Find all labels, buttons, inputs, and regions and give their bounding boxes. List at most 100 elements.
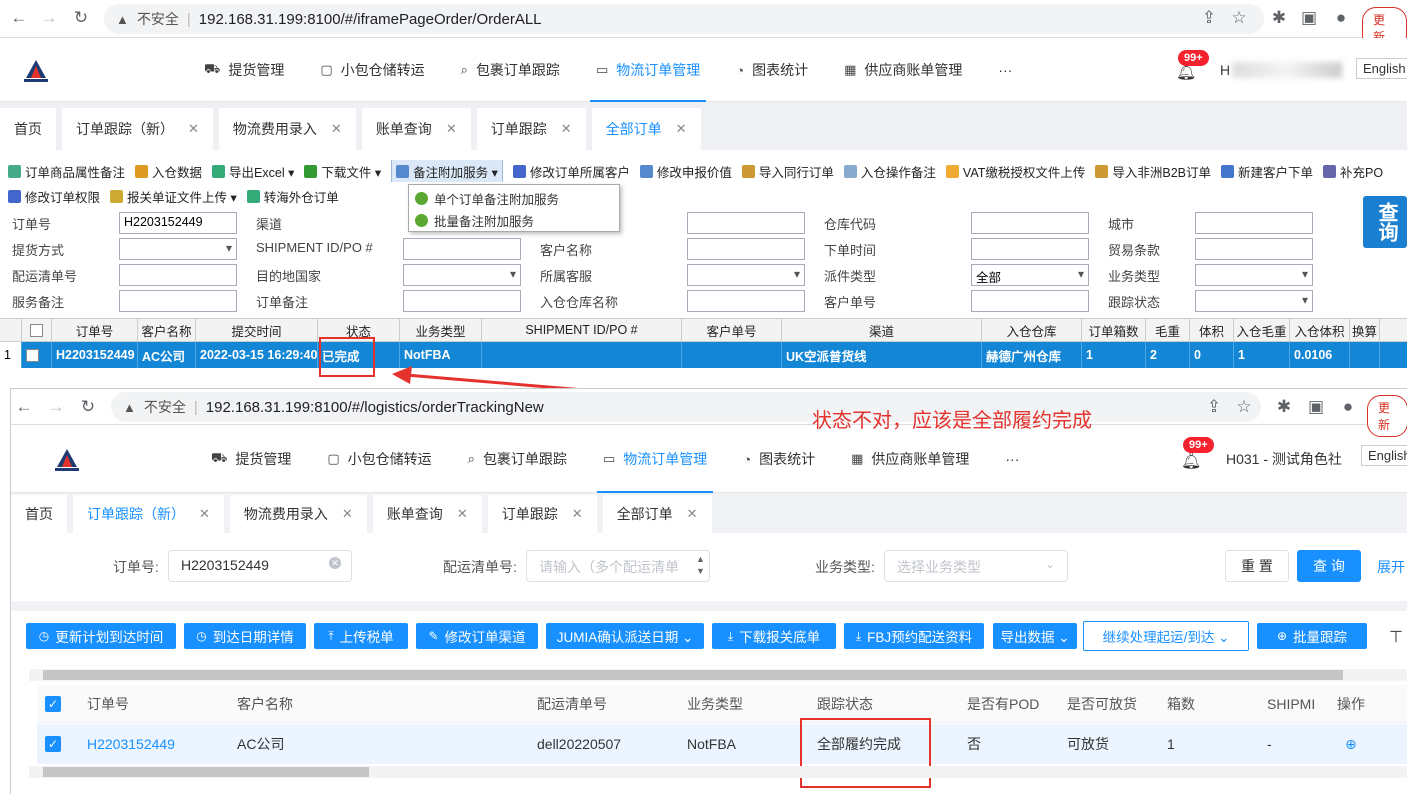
star-icon[interactable]: ☆ bbox=[1233, 397, 1255, 417]
user-name[interactable]: H031 - 测试角色社 bbox=[1226, 449, 1342, 469]
nav-label: 物流订单管理 bbox=[623, 451, 708, 467]
expand-link[interactable]: 展开 bbox=[1377, 557, 1405, 577]
action-label: 下载报关底单 bbox=[739, 630, 821, 645]
clear-icon[interactable]: ✕ bbox=[329, 557, 341, 569]
nav-item-1[interactable]: ▢ 小包仓储转运 bbox=[327, 425, 431, 493]
action-label: JUMIA确认派送日期 ⌄ bbox=[556, 630, 694, 645]
nav-item-0[interactable]: ⛟ 提货管理 bbox=[211, 425, 291, 493]
dist-input[interactable]: 请输入（多个配运清单 bbox=[526, 550, 710, 582]
nav-item-4[interactable]: ◔ 图表统计 bbox=[743, 425, 815, 493]
close-icon[interactable]: ✕ bbox=[342, 506, 353, 522]
table-header: ✓ 订单号 客户名称 配运清单号 业务类型 跟踪状态 是否有POD 是否可放货 箱数 SHIPMI… bbox=[37, 685, 1407, 723]
tab-1[interactable]: 订单跟踪（新） ✕ bbox=[73, 495, 224, 533]
nav-label: 小包仓储转运 bbox=[347, 451, 432, 467]
dist-label: 配运清单号: bbox=[443, 559, 517, 575]
action-button-2[interactable]: ⤒ 上传税单 bbox=[314, 623, 408, 649]
action-button-0[interactable]: ◷ 更新计划到达时间 bbox=[26, 623, 176, 649]
action-label: 到达日期详情 bbox=[212, 630, 294, 645]
table-cell: 可放货 bbox=[1067, 736, 1109, 752]
table-col-header[interactable]: 是否可放货 bbox=[1057, 685, 1157, 722]
locate-icon[interactable]: ⊕ bbox=[1327, 724, 1397, 764]
back-arrow-icon[interactable]: ← bbox=[13, 397, 35, 417]
scroll-thumb[interactable] bbox=[43, 767, 369, 777]
tab-label: 订单跟踪 bbox=[501, 506, 558, 522]
action-button-7[interactable]: 导出数据 ⌄ bbox=[993, 623, 1077, 649]
table-cell: AC公司 bbox=[237, 736, 285, 752]
action-button-6[interactable]: ⤓ FBJ预约配送资料 bbox=[844, 623, 984, 649]
table-col-header[interactable]: 跟踪状态 bbox=[807, 685, 957, 722]
tab-label: 订单跟踪（新） bbox=[87, 506, 185, 522]
action-label: FBJ预约配送资料 bbox=[867, 630, 973, 645]
nav-item-5[interactable]: ▦ 供应商账单管理 bbox=[851, 425, 969, 493]
action-button-9[interactable]: ⊕ 批量跟踪 bbox=[1257, 623, 1367, 649]
table-cell: NotFBA bbox=[687, 736, 737, 752]
check-icon: ✓ bbox=[45, 736, 61, 752]
table-col-header[interactable]: 是否有POD bbox=[957, 685, 1057, 722]
sidepanel-icon[interactable]: ▣ bbox=[1305, 397, 1327, 417]
action-button-8[interactable]: 继续处理起运/到达 ⌄ bbox=[1083, 621, 1249, 651]
extensions-icon[interactable]: ✱ bbox=[1273, 397, 1295, 417]
nav-item-2[interactable]: ⌕ 包裹订单跟踪 bbox=[468, 425, 567, 493]
language-select[interactable]: English bbox=[1361, 445, 1407, 466]
table-cell: 1 bbox=[1167, 736, 1175, 752]
action-button-5[interactable]: ⤓ 下载报关底单 bbox=[712, 623, 836, 649]
action-label: 更新计划到达时间 bbox=[55, 630, 164, 645]
bell-icon[interactable]: 🔔︎ bbox=[1181, 451, 1201, 471]
table-col-header[interactable]: 客户名称 bbox=[227, 685, 527, 722]
nav-label: 图表统计 bbox=[759, 451, 816, 467]
stepper-icon[interactable]: ▲ ▼ bbox=[696, 553, 705, 577]
nav-item-3[interactable]: ▭ 物流订单管理 bbox=[596, 425, 714, 493]
action-label: 批量跟踪 bbox=[1293, 630, 1348, 645]
biz-select[interactable]: 选择业务类型 bbox=[884, 550, 1068, 582]
forward-arrow-icon[interactable]: → bbox=[45, 397, 67, 417]
order-input[interactable]: H2203152449 bbox=[168, 550, 352, 582]
app-header-bottom: ⛟ 提货管理 ▢ 小包仓储转运 ⌕ 包裹订单跟踪 ▭ 物流订单管理 ◔ 图表统计 ▦ 供应商账单管理 ·… bbox=[11, 425, 1407, 493]
table-cell: dell20220507 bbox=[537, 736, 622, 752]
close-icon[interactable]: ✕ bbox=[199, 506, 210, 522]
download-icon: ⤓ bbox=[855, 628, 862, 643]
horizontal-scrollbar-bottom[interactable] bbox=[29, 766, 1407, 778]
query-button[interactable]: 查 询 bbox=[1297, 550, 1361, 582]
table-cell[interactable]: H2203152449 bbox=[77, 724, 227, 764]
table-col-header[interactable]: 箱数 bbox=[1157, 685, 1257, 722]
nav-item-6[interactable]: ··· bbox=[1005, 425, 1019, 493]
tab-5[interactable]: 全部订单 ✕ bbox=[602, 495, 712, 533]
tab-4[interactable]: 订单跟踪 ✕ bbox=[487, 495, 597, 533]
nav-label: ··· bbox=[1005, 451, 1020, 467]
action-button-3[interactable]: ✎ 修改订单渠道 bbox=[416, 623, 538, 649]
annotation-text: 状态不对，应该是全部履约完成 bbox=[812, 410, 1092, 432]
horizontal-scrollbar-top[interactable] bbox=[29, 669, 1407, 681]
row-checkbox[interactable]: ✓ bbox=[37, 724, 77, 764]
table-col-header[interactable]: 订单号 bbox=[77, 685, 227, 722]
clock-icon: ◷ bbox=[38, 629, 50, 643]
reload-icon[interactable]: ↻ bbox=[77, 397, 99, 417]
select-all-checkbox[interactable]: ✓ bbox=[37, 685, 77, 722]
search-icon: ⌕ bbox=[467, 451, 475, 466]
biz-label: 业务类型: bbox=[815, 559, 875, 575]
table-row[interactable]: ✓ H2203152449 AC公司 dell20220507 NotFBA 全部履约完成… bbox=[37, 724, 1407, 764]
tab-3[interactable]: 账单查询 ✕ bbox=[372, 495, 482, 533]
reset-button[interactable]: 重 置 bbox=[1225, 550, 1289, 582]
table-col-header[interactable]: 操作 bbox=[1327, 685, 1397, 722]
tab-label: 物流费用录入 bbox=[243, 506, 328, 522]
url-text: 192.168.31.199:8100/#/logistics/orderTra… bbox=[205, 398, 544, 416]
table-col-header[interactable]: SHIPMI bbox=[1257, 685, 1327, 722]
close-icon[interactable]: ✕ bbox=[572, 506, 583, 522]
close-icon[interactable]: ✕ bbox=[457, 506, 468, 522]
target-icon: ⊕ bbox=[1276, 629, 1288, 643]
tab-2[interactable]: 物流费用录入 ✕ bbox=[229, 495, 367, 533]
scroll-thumb[interactable] bbox=[43, 670, 1343, 680]
edit-icon: ✎ bbox=[428, 629, 439, 643]
tab-0[interactable]: 首页 bbox=[11, 495, 67, 533]
action-button-1[interactable]: ◷ 到达日期详情 bbox=[184, 623, 306, 649]
profile-icon[interactable]: ● bbox=[1337, 397, 1359, 417]
share-icon[interactable]: ⇪ bbox=[1203, 397, 1225, 417]
warning-icon: ▲ bbox=[123, 399, 136, 415]
table-col-header[interactable]: 配运清单号 bbox=[527, 685, 677, 722]
action-button-4[interactable]: JUMIA确认派送日期 ⌄ bbox=[546, 623, 704, 649]
action-label: 导出数据 ⌄ bbox=[1000, 630, 1070, 645]
table-col-header[interactable]: 业务类型 bbox=[677, 685, 807, 722]
download-icon: ⤓ bbox=[727, 628, 734, 643]
close-icon[interactable]: ✕ bbox=[687, 506, 698, 522]
column-settings-icon[interactable]: ⊤ bbox=[1389, 627, 1403, 647]
